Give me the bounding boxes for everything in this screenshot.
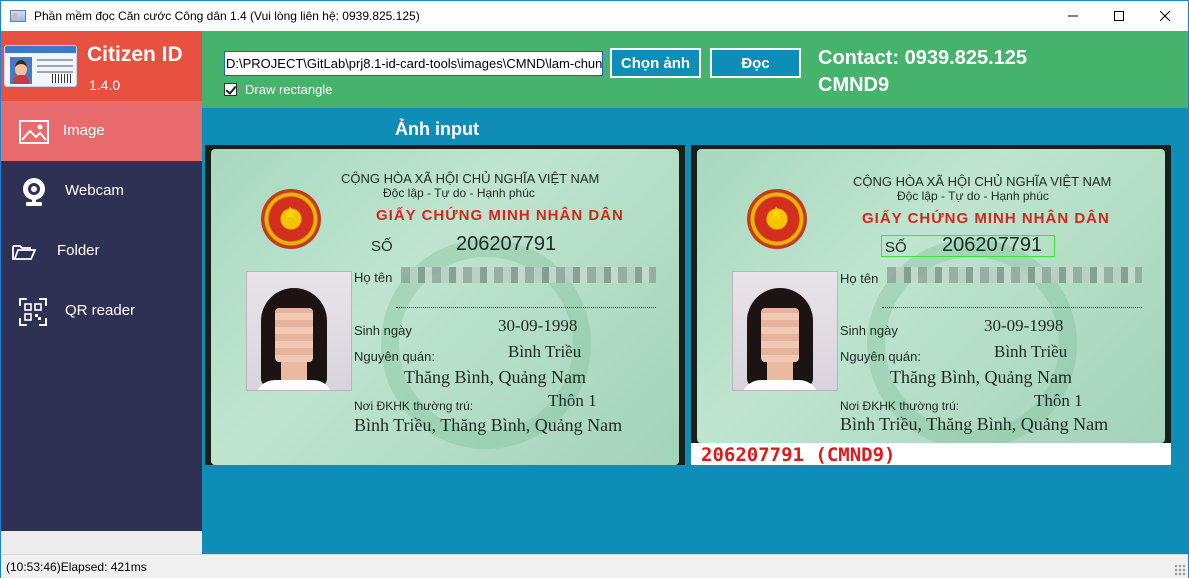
card-residence-line2: Bình Triều, Thăng Bình, Quảng Nam <box>354 415 623 435</box>
card-origin-line1: Bình Triều <box>994 342 1068 361</box>
result-image-panel: CỘNG HÒA XÃ HỘI CHỦ NGHĨA VIỆT NAM Độc l… <box>691 145 1171 465</box>
app-version: 1.4.0 <box>89 77 121 93</box>
card-residence-label: Nơi ĐKHK thường trú: <box>840 399 960 413</box>
sidebar: Citizen ID 1.4.0 Image Webcam Folder QR … <box>1 31 202 554</box>
sidebar-item-label: Folder <box>57 242 100 259</box>
card-origin-line1: Bình Triều <box>508 342 582 361</box>
maximize-icon <box>1114 11 1124 21</box>
card-title: GIẤY CHỨNG MINH NHÂN DÂN <box>376 207 624 224</box>
close-icon <box>1160 11 1170 21</box>
card-dob: 30-09-1998 <box>984 316 1064 335</box>
app-id-card-icon <box>10 10 26 22</box>
card-origin-line2: Thăng Bình, Quảng Nam <box>404 367 586 387</box>
id-card-logo-icon <box>4 45 77 87</box>
card-name-label: Họ tên <box>840 271 879 286</box>
card-residence-line2: Bình Triều, Thăng Bình, Quảng Nam <box>840 414 1109 434</box>
brand-header: Citizen ID 1.4.0 <box>1 31 202 101</box>
name-redacted <box>887 267 1142 283</box>
close-button[interactable] <box>1142 1 1188 31</box>
folder-icon <box>9 237 39 267</box>
card-dob-label: Sinh ngày <box>354 323 412 338</box>
image-icon <box>19 117 49 147</box>
result-strip: 206207791 (CMND9) <box>691 443 1171 465</box>
card-residence-line1: Thôn 1 <box>1034 391 1083 410</box>
card-country-line: CỘNG HÒA XÃ HỘI CHỦ NGHĨA VIỆT NAM <box>853 174 1112 189</box>
card-motto: Độc lập - Tự do - Hạnh phúc <box>897 189 1049 203</box>
toolbar: Draw rectangle Chọn ảnh Đọc Contact: 093… <box>202 31 1188 108</box>
card-residence-label: Nơi ĐKHK thường trú: <box>354 399 474 413</box>
minimize-icon <box>1068 15 1078 17</box>
card-origin-label: Nguyên quán: <box>354 349 435 364</box>
draw-rectangle-checkbox[interactable] <box>224 83 237 96</box>
card-number: 206207791 <box>456 233 557 255</box>
input-image-title: Ảnh input <box>395 119 479 139</box>
minimize-button[interactable] <box>1050 1 1096 31</box>
input-image-panel: CỘNG HÒA XÃ HỘI CHỦ NGHĨA VIỆT NAM Độc l… <box>205 145 685 465</box>
maximize-button[interactable] <box>1096 1 1142 31</box>
sidebar-item-label: QR reader <box>65 302 136 319</box>
card-dob-label: Sinh ngày <box>840 323 898 338</box>
sidebar-item-image[interactable]: Image <box>1 101 202 161</box>
card-number: 206207791 <box>942 234 1043 256</box>
app-name: Citizen ID <box>87 43 183 66</box>
contact-info: Contact: 0939.825.125 CMND9 <box>818 45 1027 99</box>
sidebar-item-qr-reader[interactable]: QR reader <box>1 281 202 341</box>
read-button[interactable]: Đọc <box>710 48 801 78</box>
national-emblem-icon <box>261 189 321 249</box>
resize-grip-icon[interactable] <box>1174 564 1186 576</box>
id-card-image-annotated: CỘNG HÒA XÃ HỘI CHỦ NGHĨA VIỆT NAM Độc l… <box>697 149 1165 443</box>
card-residence-line1: Thôn 1 <box>548 391 597 410</box>
status-bar: (10:53:46)Elapsed: 421ms <box>1 554 1188 578</box>
draw-rectangle-label: Draw rectangle <box>245 82 333 97</box>
card-number-label: SỐ <box>885 239 907 256</box>
card-title: GIẤY CHỨNG MINH NHÂN DÂN <box>862 210 1110 227</box>
card-name-label: Họ tên <box>354 270 393 285</box>
contact-phone: Contact: 0939.825.125 <box>818 47 1028 69</box>
choose-image-button[interactable]: Chọn ảnh <box>610 48 701 78</box>
sidebar-footer <box>1 531 202 554</box>
card-photo <box>246 271 352 391</box>
sidebar-item-label: Webcam <box>65 182 124 199</box>
status-text: (10:53:46)Elapsed: 421ms <box>6 559 147 574</box>
name-redacted <box>401 267 656 283</box>
app-window: Phần mềm đọc Căn cước Công dân 1.4 (Vui … <box>0 0 1189 578</box>
card-number-label: SỐ <box>371 238 393 255</box>
draw-rectangle-toggle[interactable]: Draw rectangle <box>224 82 332 97</box>
card-origin-label: Nguyên quán: <box>840 349 921 364</box>
sidebar-item-label: Image <box>63 122 105 139</box>
card-country-line: CỘNG HÒA XÃ HỘI CHỦ NGHĨA VIỆT NAM <box>341 171 600 186</box>
card-dob: 30-09-1998 <box>498 316 578 335</box>
sidebar-item-webcam[interactable]: Webcam <box>1 161 202 221</box>
title-bar[interactable]: Phần mềm đọc Căn cước Công dân 1.4 (Vui … <box>1 1 1188 31</box>
qr-code-icon <box>18 297 48 327</box>
card-motto: Độc lập - Tự do - Hạnh phúc <box>383 186 535 200</box>
recognition-result: 206207791 (CMND9) <box>701 444 896 465</box>
card-type-label: CMND9 <box>818 74 890 96</box>
sidebar-item-folder[interactable]: Folder <box>1 221 202 281</box>
window-controls <box>1050 1 1188 31</box>
webcam-icon <box>19 177 49 207</box>
window-title: Phần mềm đọc Căn cước Công dân 1.4 (Vui … <box>34 9 420 23</box>
image-path-input[interactable] <box>224 51 603 76</box>
id-card-image: CỘNG HÒA XÃ HỘI CHỦ NGHĨA VIỆT NAM Độc l… <box>211 149 679 465</box>
card-origin-line2: Thăng Bình, Quảng Nam <box>890 367 1072 387</box>
card-photo <box>732 271 838 391</box>
national-emblem-icon <box>747 189 807 249</box>
